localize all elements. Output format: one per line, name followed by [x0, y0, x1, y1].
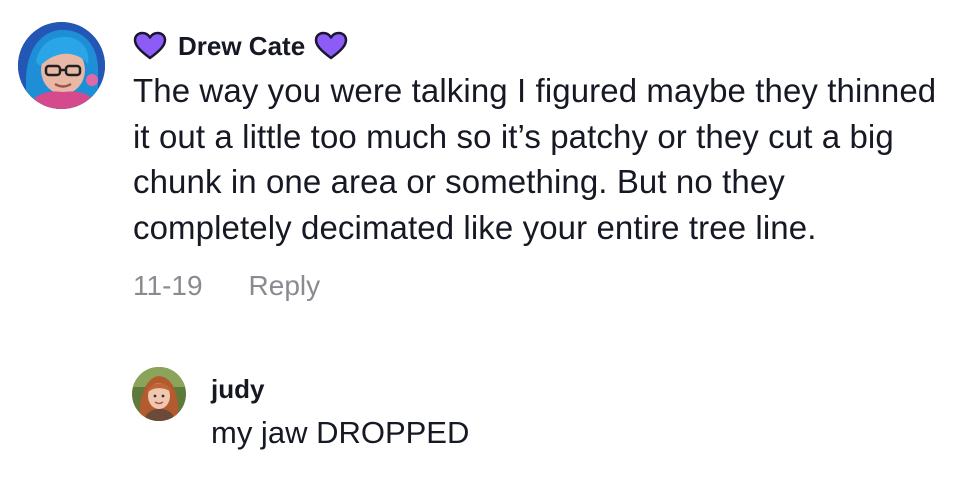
- comment-content: Drew Cate The way you were talking I fig…: [133, 28, 953, 306]
- purple-heart-icon: [314, 31, 348, 61]
- reply-button[interactable]: Reply: [249, 270, 321, 302]
- username-row: Drew Cate: [133, 28, 953, 64]
- comment-text: The way you were talking I figured maybe…: [133, 72, 937, 246]
- reply-avatar[interactable]: [132, 367, 186, 421]
- reply-item: judy my jaw DROPPED: [132, 367, 832, 467]
- reply-text: my jaw DROPPED: [211, 415, 470, 450]
- commenter-username[interactable]: Drew Cate: [178, 31, 305, 62]
- reply-username[interactable]: judy: [211, 371, 469, 407]
- comment-date: 11-19: [133, 270, 203, 301]
- comment-meta: 11-19 Reply: [133, 266, 953, 306]
- purple-heart-icon: [133, 31, 167, 61]
- reply-content: judy my jaw DROPPED: [211, 371, 469, 451]
- commenter-avatar[interactable]: [18, 22, 105, 109]
